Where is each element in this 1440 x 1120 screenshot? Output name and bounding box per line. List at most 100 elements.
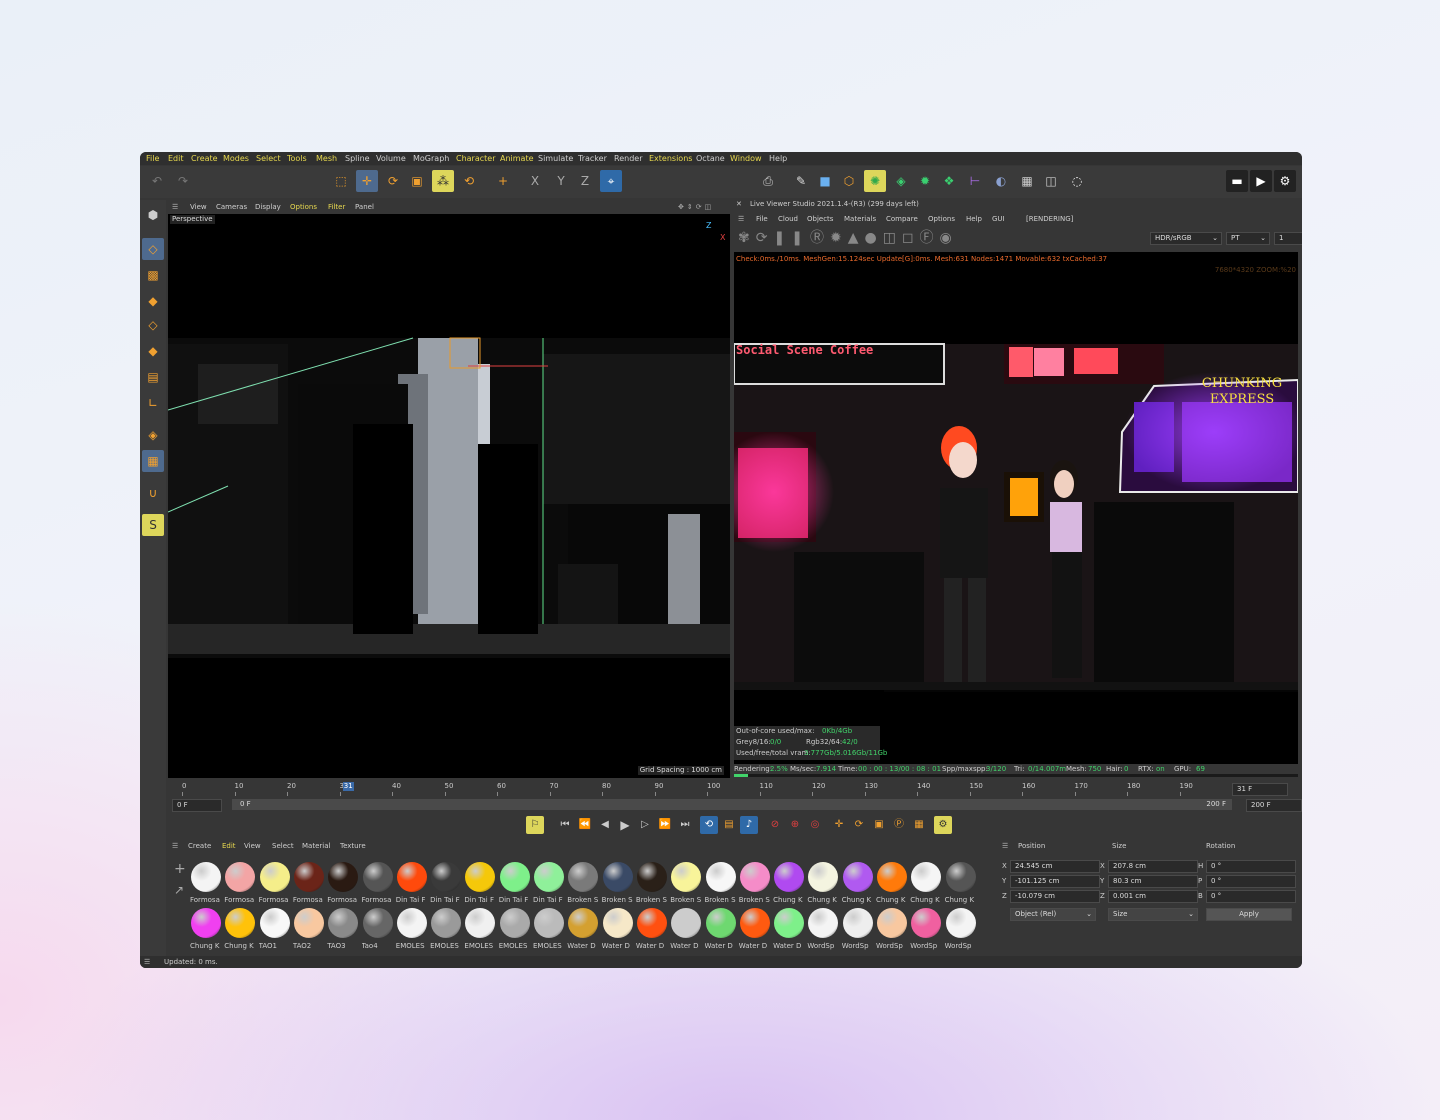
mat-menu-texture[interactable]: Texture bbox=[340, 842, 366, 851]
live-viewer-render[interactable]: Check:0ms./10ms. MeshGen:15.124sec Updat… bbox=[734, 252, 1298, 764]
size-x-field[interactable]: 207.8 cm bbox=[1108, 860, 1198, 873]
lv-menu-materials[interactable]: Materials bbox=[844, 215, 876, 224]
coordinate-system-icon[interactable]: ⌖ bbox=[600, 170, 622, 192]
next-frame-icon[interactable]: ▷ bbox=[636, 816, 654, 834]
material-swatch[interactable]: WordSp bbox=[842, 908, 874, 952]
start-frame-field[interactable]: 0 F bbox=[172, 799, 222, 812]
material-swatch[interactable]: WordSp bbox=[807, 908, 839, 952]
viewport-menu-view[interactable]: View bbox=[190, 203, 207, 212]
timeline[interactable]: 0102030405060708090100110120130140150160… bbox=[168, 780, 1302, 812]
size-z-field[interactable]: 0.001 cm bbox=[1108, 890, 1198, 903]
mat-menu-select[interactable]: Select bbox=[272, 842, 294, 851]
viewport-nav-icons[interactable]: ✥⇕⟳◫ bbox=[678, 203, 714, 212]
add-axis-icon[interactable]: + bbox=[492, 170, 514, 192]
record-keys-icon[interactable]: ⊘ bbox=[766, 816, 784, 834]
make-editable-icon[interactable]: ⬢ bbox=[142, 204, 164, 226]
material-swatch[interactable]: EMOLES bbox=[533, 908, 565, 952]
material-swatch[interactable]: Din Tai F bbox=[396, 862, 428, 906]
film-icon[interactable]: ▤ bbox=[720, 816, 738, 834]
keyframe-selection-icon[interactable]: ◎ bbox=[806, 816, 824, 834]
playhead-marker[interactable]: 31 bbox=[342, 782, 354, 791]
subdivision-icon[interactable]: ⬡ bbox=[838, 170, 860, 192]
key-scale-icon[interactable]: ▣ bbox=[870, 816, 888, 834]
viewport-menu-display[interactable]: Display bbox=[255, 203, 281, 212]
menu-spline[interactable]: Spline bbox=[345, 154, 370, 163]
material-swatch[interactable]: Tao4 bbox=[362, 908, 394, 952]
material-swatch[interactable]: TAO1 bbox=[259, 908, 291, 952]
lv-menu-file[interactable]: File bbox=[756, 215, 768, 224]
model-icon[interactable]: ◇ bbox=[142, 238, 164, 260]
uv-icon[interactable]: ▤ bbox=[142, 366, 164, 388]
pos-x-field[interactable]: 24.545 cm bbox=[1010, 860, 1100, 873]
polygons-icon[interactable]: ◆ bbox=[142, 340, 164, 362]
snap-icon[interactable]: ∪ bbox=[142, 482, 164, 504]
menu-file[interactable]: File bbox=[146, 154, 159, 163]
menu-animate[interactable]: Animate bbox=[500, 154, 534, 163]
material-swatch[interactable]: Water D bbox=[705, 908, 737, 952]
model-mode-icon[interactable]: ⁂ bbox=[432, 170, 454, 192]
next-key-icon[interactable]: ⏩ bbox=[656, 816, 674, 834]
range-slider[interactable]: 0 F 200 F bbox=[232, 799, 1232, 810]
key-param-icon[interactable]: Ⓟ bbox=[890, 816, 908, 834]
material-swatch[interactable]: Water D bbox=[636, 908, 668, 952]
render-settings-icon[interactable]: ⚙ bbox=[1274, 170, 1296, 192]
menu-mograph[interactable]: MoGraph bbox=[413, 154, 449, 163]
material-swatch[interactable]: Formosa bbox=[190, 862, 222, 906]
lv-render-control-icons[interactable]: ✾⟳❚❚ bbox=[738, 230, 809, 246]
material-swatch[interactable]: EMOLES bbox=[430, 908, 462, 952]
menu-create[interactable]: Create bbox=[191, 154, 218, 163]
pos-y-field[interactable]: -101.125 cm bbox=[1010, 875, 1100, 888]
prev-frame-icon[interactable]: ◀ bbox=[596, 816, 614, 834]
size-mode-select[interactable]: Size ⌄ bbox=[1108, 908, 1198, 921]
loop-icon[interactable]: ⟲ bbox=[700, 816, 718, 834]
material-swatch[interactable]: Water D bbox=[773, 908, 805, 952]
lv-menu-options[interactable]: Options bbox=[928, 215, 955, 224]
mat-menu-material[interactable]: Material bbox=[302, 842, 330, 851]
timeline-ruler[interactable]: 0102030405060708090100110120130140150160… bbox=[182, 782, 1245, 796]
cube-icon[interactable]: ■ bbox=[814, 170, 836, 192]
x-axis-lock-icon[interactable]: X bbox=[524, 170, 546, 192]
material-swatch[interactable]: Water D bbox=[670, 908, 702, 952]
transform-icon[interactable]: ⟲ bbox=[458, 170, 480, 192]
material-swatch[interactable]: EMOLES bbox=[396, 908, 428, 952]
keyframe-record-icon[interactable]: ⚐ bbox=[526, 816, 544, 834]
redo-icon[interactable]: ↷ bbox=[172, 170, 194, 192]
material-swatch[interactable]: Din Tai F bbox=[430, 862, 462, 906]
material-swatch[interactable]: Din Tai F bbox=[499, 862, 531, 906]
material-swatch[interactable]: WordSp bbox=[945, 908, 977, 952]
key-pla-icon[interactable]: ▦ bbox=[910, 816, 928, 834]
material-swatch[interactable]: Din Tai F bbox=[533, 862, 565, 906]
menu-octane[interactable]: Octane bbox=[696, 154, 725, 163]
menu-mesh[interactable]: Mesh bbox=[316, 154, 337, 163]
material-swatch[interactable]: Water D bbox=[739, 908, 771, 952]
material-swatch[interactable]: Chung K bbox=[910, 862, 942, 906]
pen-spline-icon[interactable]: ✎ bbox=[790, 170, 812, 192]
rot-p-field[interactable]: 0 ° bbox=[1206, 875, 1296, 888]
kernel-select[interactable]: PT ⌄ bbox=[1226, 232, 1270, 245]
play-icon[interactable]: ▶ bbox=[616, 816, 634, 834]
menu-edit[interactable]: Edit bbox=[168, 154, 184, 163]
material-swatch[interactable]: Formosa bbox=[224, 862, 256, 906]
mograph-icon[interactable]: ❖ bbox=[938, 170, 960, 192]
light-icon[interactable]: ◌ bbox=[1066, 170, 1088, 192]
lv-menu-objects[interactable]: Objects bbox=[807, 215, 833, 224]
live-selection-icon[interactable]: ⬚ bbox=[330, 170, 352, 192]
texture-icon[interactable]: ▩ bbox=[142, 264, 164, 286]
lv-field-1[interactable]: 1 bbox=[1274, 232, 1302, 245]
add-material-icon[interactable]: + bbox=[174, 862, 186, 876]
material-swatch[interactable]: Din Tai F bbox=[464, 862, 496, 906]
key-rotation-icon[interactable]: ⟳ bbox=[850, 816, 868, 834]
editor-viewport[interactable]: Perspective Z X Grid Spacing : 1000 cm bbox=[168, 214, 730, 778]
viewport-menu-panel[interactable]: Panel bbox=[355, 203, 374, 212]
coord-mode-select[interactable]: Object (Rel) ⌄ bbox=[1010, 908, 1096, 921]
prev-key-icon[interactable]: ⏪ bbox=[576, 816, 594, 834]
viewport-menu-filter[interactable]: Filter bbox=[328, 203, 345, 212]
render-to-picture-viewer-icon[interactable]: ▶ bbox=[1250, 170, 1272, 192]
deformer-icon[interactable]: ✹ bbox=[914, 170, 936, 192]
material-swatch[interactable]: EMOLES bbox=[464, 908, 496, 952]
points-icon[interactable]: ◆ bbox=[142, 290, 164, 312]
material-swatch[interactable]: Chung K bbox=[773, 862, 805, 906]
y-axis-lock-icon[interactable]: Y bbox=[550, 170, 572, 192]
material-swatch[interactable]: WordSp bbox=[910, 908, 942, 952]
material-swatch[interactable]: Water D bbox=[602, 908, 634, 952]
